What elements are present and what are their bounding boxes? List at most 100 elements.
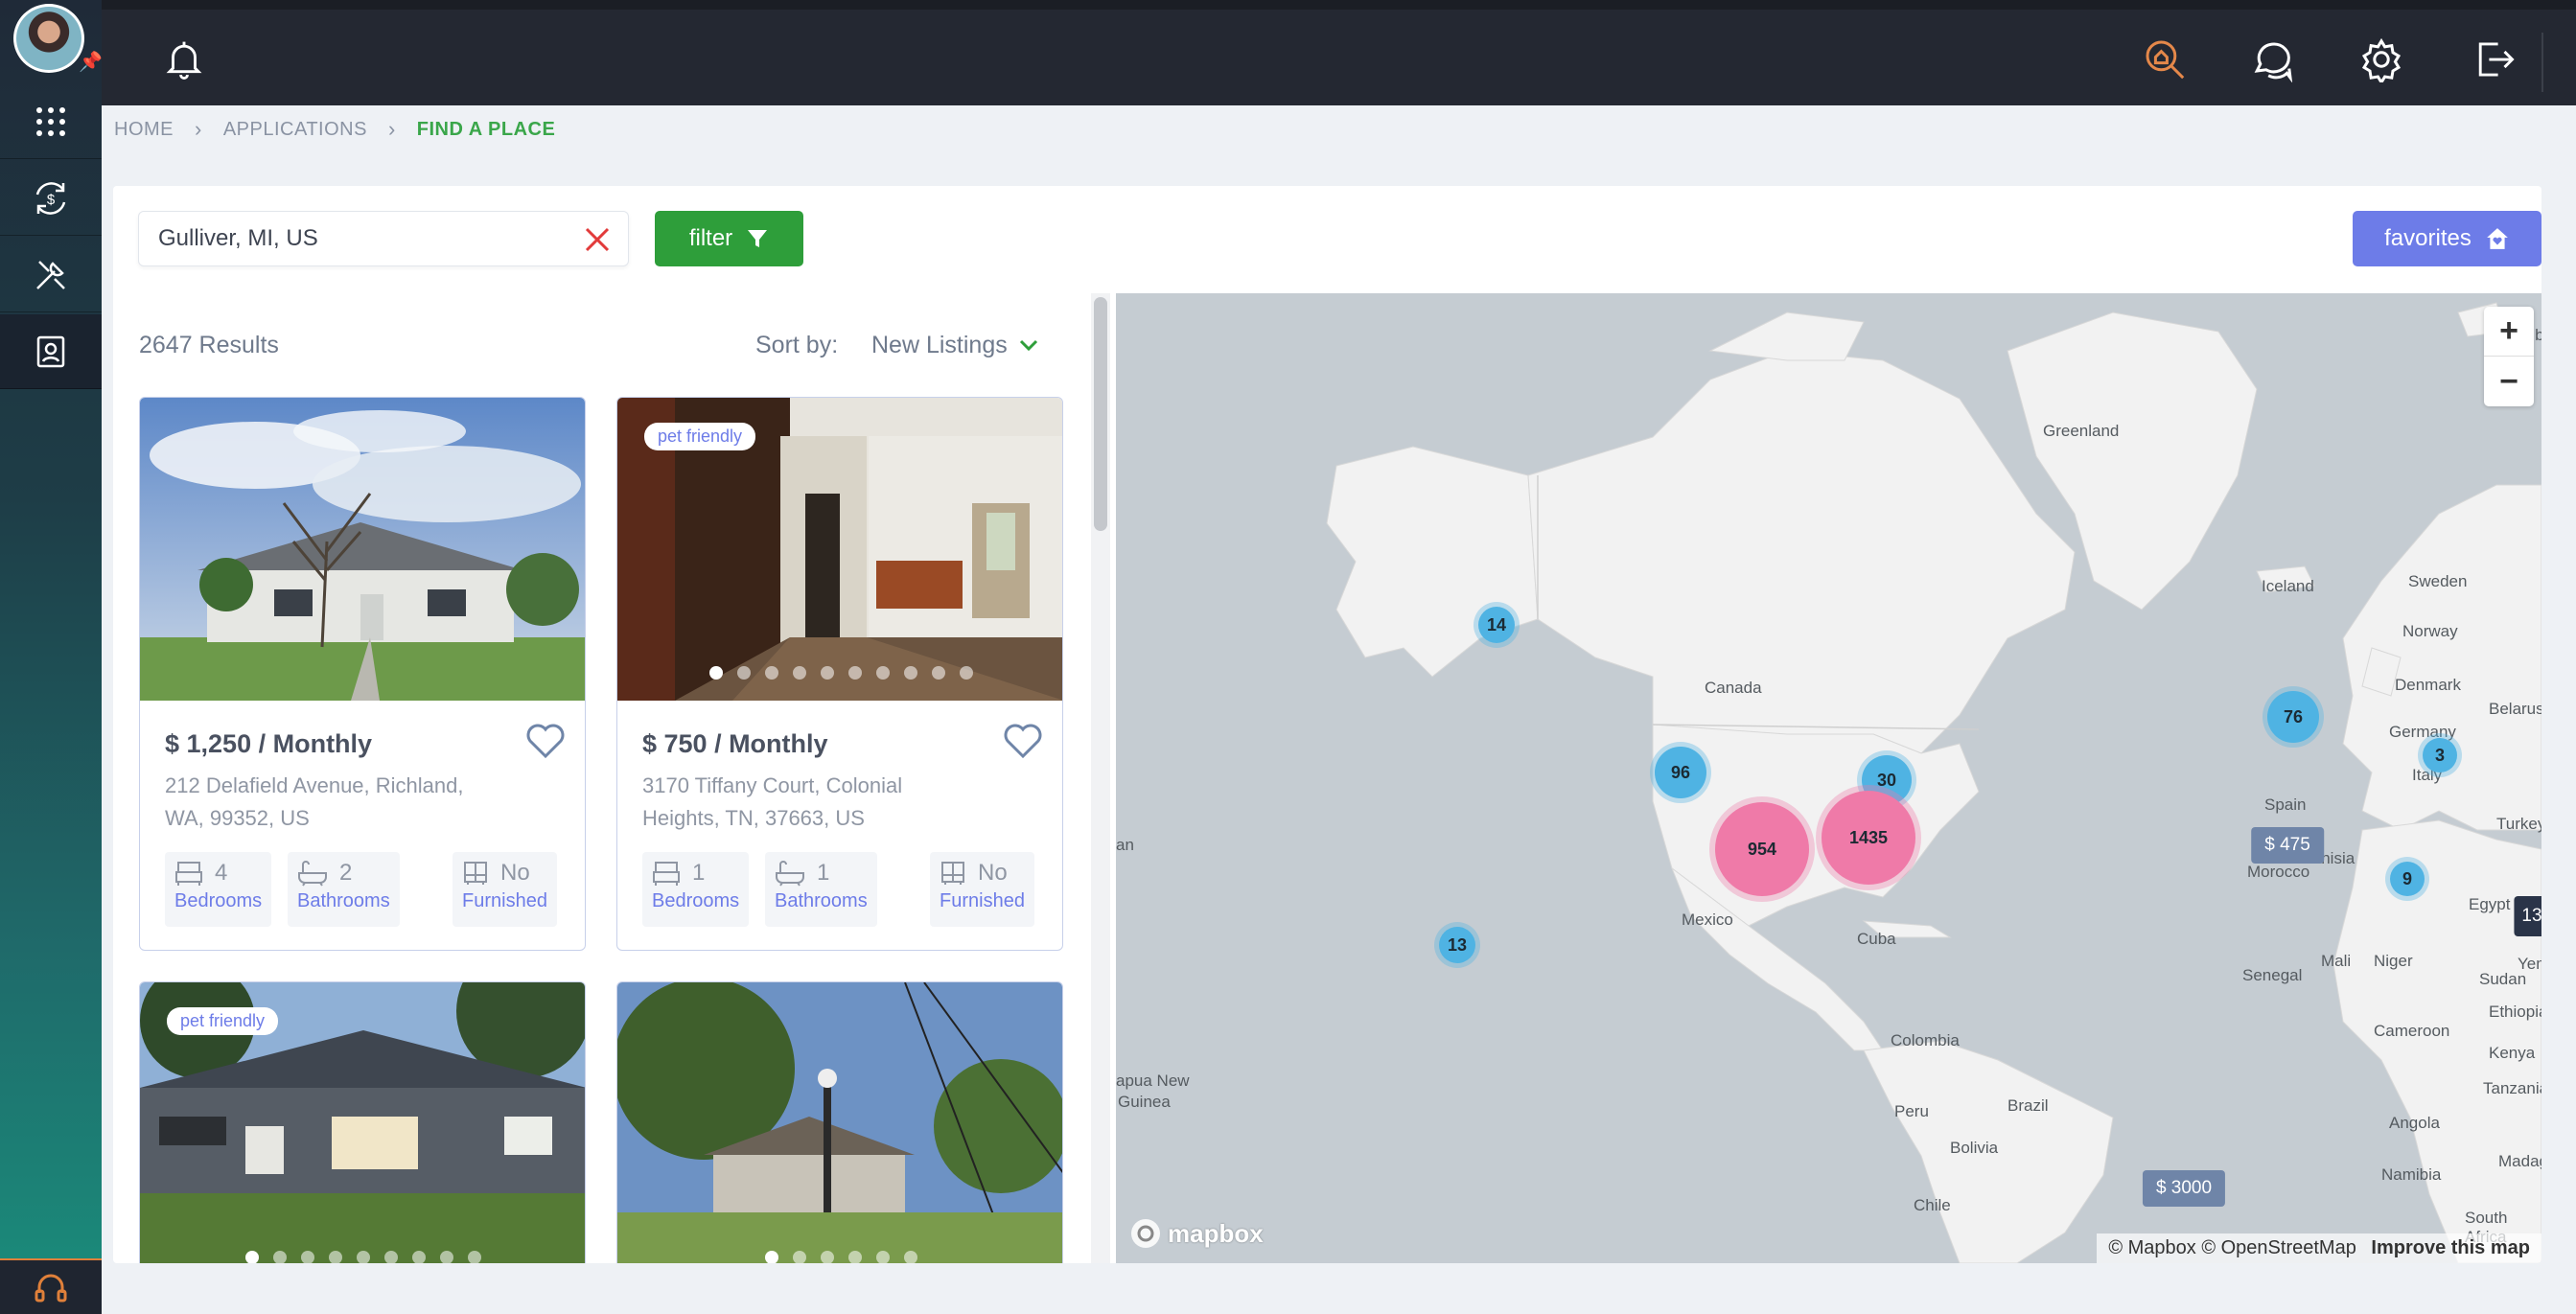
furnished-feature: No Furnished (453, 852, 557, 927)
map-cluster[interactable]: 14 (1478, 607, 1515, 643)
map-label: Cuba (1857, 930, 1896, 948)
breadcrumb-applications[interactable]: APPLICATIONS (223, 119, 367, 141)
carousel-dot[interactable] (792, 1251, 806, 1263)
carousel-dots[interactable] (140, 1251, 585, 1263)
filter-button[interactable]: filter (655, 211, 803, 266)
carousel-dot[interactable] (875, 1251, 890, 1263)
breadcrumb-home[interactable]: HOME (114, 119, 174, 141)
carousel-dot[interactable] (820, 1251, 834, 1263)
attribution-text[interactable]: © Mapbox © OpenStreetMap (2108, 1237, 2356, 1258)
chat-icon (2254, 42, 2293, 82)
support-button[interactable] (0, 1258, 102, 1314)
listing-card[interactable]: $ 1,250 / Monthly 212 Delafield Avenue, … (139, 397, 586, 951)
listing-card[interactable]: pet friendly (139, 981, 586, 1263)
settings-button[interactable] (2355, 33, 2408, 86)
map-label: Namibia (2381, 1165, 2442, 1184)
sidebar-item-profile[interactable] (0, 314, 102, 389)
carousel-dot[interactable] (903, 666, 917, 680)
sidebar-item-apps[interactable] (0, 84, 102, 159)
pet-friendly-badge: pet friendly (167, 1007, 279, 1035)
carousel-dot[interactable] (875, 666, 890, 680)
listing-photo[interactable] (140, 398, 585, 701)
search-input[interactable] (158, 225, 561, 252)
carousel-dot[interactable] (273, 1251, 287, 1263)
price-tag[interactable]: $ 3000 (2142, 1170, 2226, 1207)
map-cluster[interactable]: 96 (1655, 747, 1706, 798)
avatar[interactable] (13, 4, 84, 73)
listing-photo[interactable]: pet friendly (617, 398, 1062, 701)
map-cluster[interactable]: 1435 (1822, 791, 1915, 885)
search-places-button[interactable] (2138, 33, 2192, 86)
map-label: Peru (1894, 1102, 1929, 1120)
edge-map-marker[interactable]: 13 (2514, 896, 2541, 936)
listing-photo[interactable]: pet friendly (140, 982, 585, 1263)
favorite-heart-icon[interactable] (1003, 722, 1043, 760)
carousel-dot[interactable] (736, 666, 751, 680)
carousel-dot[interactable] (764, 666, 778, 680)
carousel-dot[interactable] (792, 666, 806, 680)
sort-label: Sort by: (755, 332, 839, 358)
carousel-dot[interactable] (931, 666, 945, 680)
logout-button[interactable] (2467, 33, 2520, 86)
notifications-button[interactable] (157, 33, 211, 86)
carousel-dot[interactable] (847, 1251, 862, 1263)
map-cluster[interactable]: 954 (1715, 802, 1809, 896)
wardrobe-icon (464, 862, 487, 885)
carousel-dot[interactable] (708, 666, 723, 680)
sidebar-item-tools[interactable] (0, 238, 102, 312)
profile-card-icon (36, 335, 65, 367)
sidebar-item-payments[interactable]: $ (0, 161, 102, 236)
carousel-dot[interactable] (329, 1251, 342, 1263)
favorites-button[interactable]: favorites (2353, 211, 2541, 266)
carousel-dot[interactable] (764, 1251, 778, 1263)
bathrooms-value: 1 (817, 860, 830, 886)
carousel-dot[interactable] (301, 1251, 314, 1263)
zoom-out-button[interactable]: − (2484, 357, 2534, 406)
bathtub-icon (298, 861, 327, 887)
map-cluster[interactable]: 9 (2390, 862, 2425, 896)
scrollbar-thumb[interactable] (1094, 297, 1107, 531)
map-cluster[interactable]: 3 (2423, 738, 2457, 772)
carousel-dot[interactable] (384, 1251, 398, 1263)
price-tag[interactable]: $ 475 (2251, 827, 2324, 864)
carousel-dot[interactable] (468, 1251, 481, 1263)
listing-card[interactable] (616, 981, 1063, 1263)
bedrooms-value: 1 (692, 860, 706, 886)
listings-scrollbar[interactable] (1091, 293, 1110, 1263)
carousel-dot[interactable] (357, 1251, 370, 1263)
carousel-dots[interactable] (617, 1251, 1062, 1263)
grid-icon (36, 106, 65, 136)
carousel-dot[interactable] (903, 1251, 917, 1263)
gear-icon (2361, 37, 2402, 82)
carousel-dot[interactable] (440, 1251, 453, 1263)
bathtub-icon (776, 861, 804, 887)
carousel-dot[interactable] (245, 1251, 259, 1263)
carousel-dot[interactable] (959, 666, 973, 680)
improve-map-link[interactable]: Improve this map (2371, 1237, 2530, 1258)
carousel-dot[interactable] (820, 666, 834, 680)
sort-dropdown[interactable]: New Listings (871, 332, 1038, 359)
listing-address: 212 Delafield Avenue, Richland, WA, 9935… (165, 773, 464, 830)
favorite-heart-icon[interactable] (525, 722, 566, 760)
map-label: Canada (1705, 679, 1762, 697)
clear-search-icon[interactable] (582, 224, 613, 255)
map-cluster[interactable]: 13 (1439, 927, 1475, 963)
zoom-in-button[interactable]: + (2484, 307, 2534, 357)
carousel-dot[interactable] (847, 666, 862, 680)
carousel-dot[interactable] (412, 1251, 426, 1263)
pin-icon[interactable]: 📌 (79, 50, 103, 74)
tools-icon (36, 260, 65, 289)
carousel-dots[interactable] (617, 666, 1062, 680)
map-cluster[interactable]: 76 (2267, 691, 2319, 743)
mapbox-logo[interactable]: mapbox (1129, 1217, 1264, 1250)
bathrooms-label: Bathrooms (775, 890, 868, 911)
listing-photo[interactable] (617, 982, 1062, 1263)
listing-card[interactable]: pet friendly $ 750 / Monthly 3170 Tiffan… (616, 397, 1063, 951)
map[interactable]: Svalbard Greenland Iceland Sweden Norway… (1116, 293, 2541, 1263)
bathrooms-feature: 1 Bathrooms (765, 852, 877, 927)
messages-button[interactable] (2246, 33, 2300, 86)
bed-icon (175, 862, 202, 886)
funnel-icon (748, 230, 768, 247)
mapbox-logo-text: mapbox (1168, 1218, 1264, 1248)
furnished-feature: No Furnished (930, 852, 1034, 927)
